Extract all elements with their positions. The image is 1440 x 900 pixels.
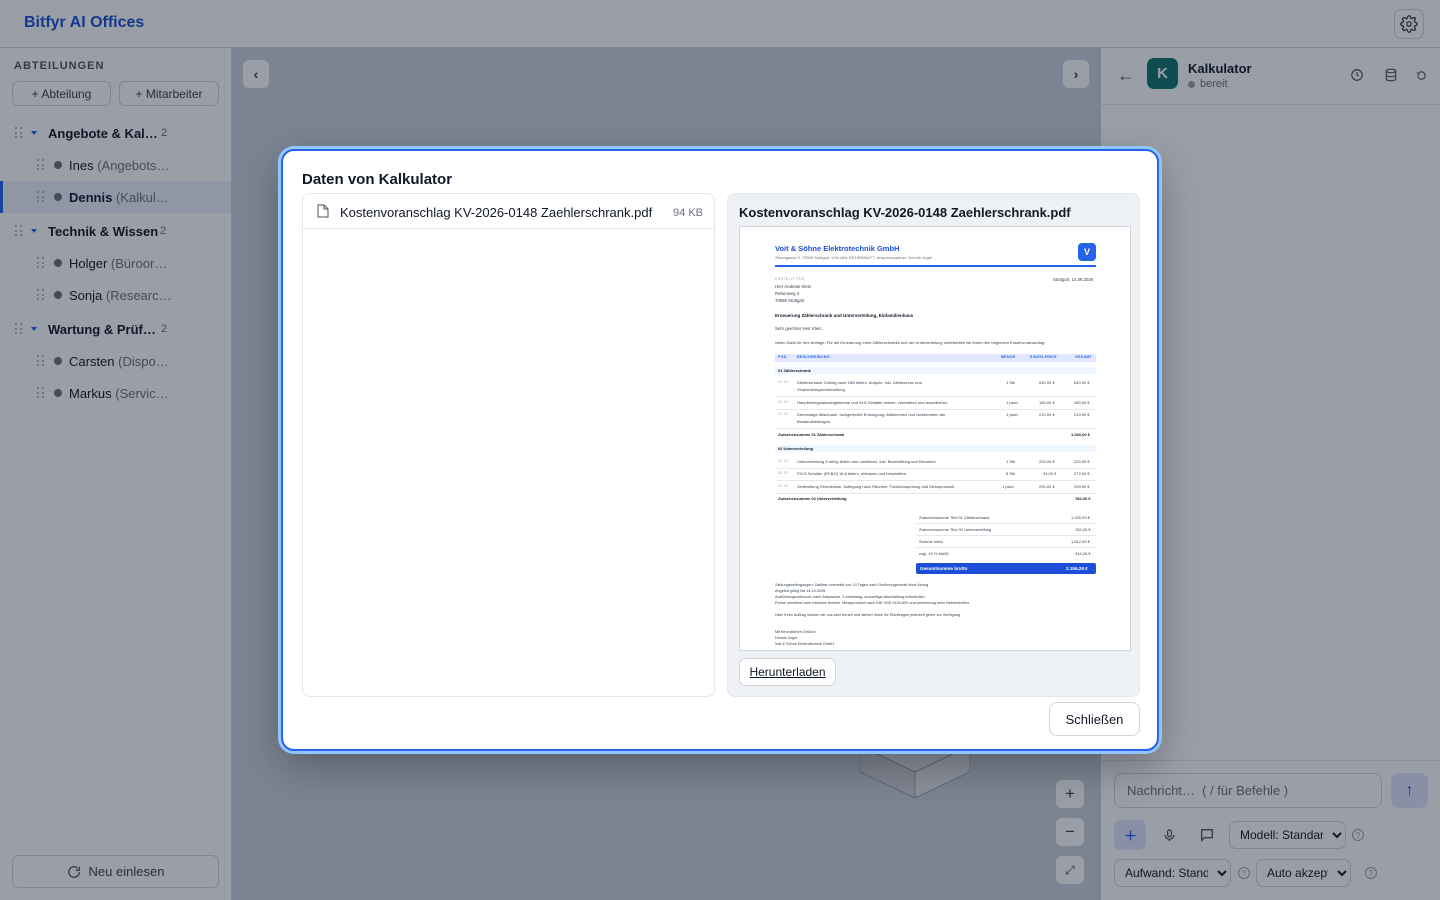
pdf-item-price: 210,00 € xyxy=(1039,412,1055,417)
document-icon xyxy=(317,204,329,218)
pdf-section-bar xyxy=(775,445,1096,452)
pdf-recipient-line: 70599 Stuttgart xyxy=(775,298,805,303)
pdf-item-price: 34,00 € xyxy=(1043,471,1057,476)
pdf-item-pos: 02.10 xyxy=(778,459,789,463)
pdf-terms-line: Preise verstehen sich inklusive Anfahrt,… xyxy=(775,601,970,605)
pdf-divider xyxy=(775,265,1096,267)
pdf-summary-value: 782,00 € xyxy=(1075,527,1091,532)
file-preview: Kostenvoranschlag KV-2026-0148 Zaehlersc… xyxy=(727,193,1140,697)
file-name: Kostenvoranschlag KV-2026-0148 Zaehlersc… xyxy=(340,205,653,220)
modal-title: Daten von Kalkulator xyxy=(302,171,453,188)
pdf-item-pos: 02.30 xyxy=(778,484,789,488)
pdf-item-desc: Bestandsleitungen. xyxy=(797,419,832,424)
pdf-item-qty: 1 psch xyxy=(1006,412,1018,417)
pdf-closing: Über Ihren Auftrag würden wir uns sehr f… xyxy=(775,613,962,617)
pdf-summary-value: 344,28 € xyxy=(1075,551,1091,556)
preview-title: Kostenvoranschlag KV-2026-0148 Zaehlersc… xyxy=(739,205,1071,220)
pdf-terms-line: Ausführungszeitraum: nach Absprache, 1 A… xyxy=(775,595,926,599)
pdf-logo: V xyxy=(1078,243,1096,261)
pdf-signature-line: Voit & Söhne Elektrotechnik GmbH xyxy=(775,642,834,646)
pdf-item-total: 290,00 € xyxy=(1074,484,1090,489)
pdf-intro: vielen Dank für Ihre Anfrage. Für die Er… xyxy=(775,340,1046,345)
pdf-date: Stuttgart, 14.09.2026 xyxy=(1053,277,1094,282)
file-list: Kostenvoranschlag KV-2026-0148 Zaehlersc… xyxy=(302,193,715,697)
pdf-subject: Erneuerung Zählerschrank und Untervertei… xyxy=(775,313,914,318)
pdf-summary-label: Zwischensumme Titel 01 Zählerschrank xyxy=(919,515,990,520)
pdf-col-pos: POS. xyxy=(778,355,788,359)
pdf-item-total: 180,00 € xyxy=(1074,400,1090,405)
pdf-grand-total-label: Gesamtsumme brutto xyxy=(920,566,968,571)
data-modal: Daten von Kalkulator Kostenvoranschlag K… xyxy=(281,149,1159,751)
pdf-signature-line: Mit freundlichen Grüßen xyxy=(775,630,816,634)
pdf-company: Voit & Söhne Elektrotechnik GmbH xyxy=(775,244,900,253)
pdf-row-divider xyxy=(916,523,1096,524)
pdf-subtotal: 1.030,00 € xyxy=(1071,432,1090,437)
pdf-row-divider xyxy=(775,428,1096,429)
pdf-item-pos: 02.20 xyxy=(778,471,789,475)
pdf-item-pos: 01.30 xyxy=(778,412,789,416)
pdf-row-divider xyxy=(775,493,1096,494)
pdf-item-pos: 01.20 xyxy=(778,400,789,404)
pdf-section-title: 01 Zählerschrank xyxy=(778,368,811,373)
pdf-grand-total-value: 2.156,28 € xyxy=(1066,566,1088,571)
pdf-item-desc: FI/LS-Schalter (RCBO) 16 A liefern, einb… xyxy=(797,471,908,476)
pdf-item-qty: 8 Stk xyxy=(1006,471,1016,476)
pdf-item-desc: Demontage Altschrank, fachgerechte Entso… xyxy=(797,412,946,417)
pdf-item-price: 290,00 € xyxy=(1039,484,1055,489)
pdf-summary-value: 1.030,00 € xyxy=(1071,515,1090,520)
pdf-section-title: 02 Unterverteilung xyxy=(778,446,814,451)
pdf-grand-total: Gesamtsumme brutto 2.156,28 € xyxy=(916,563,1096,574)
pdf-summary-label: zzgl. 19 % MwSt xyxy=(919,551,949,556)
pdf-item-price: 180,00 € xyxy=(1039,400,1055,405)
pdf-item-price: 220,00 € xyxy=(1039,459,1055,464)
pdf-summary-value: 1.812,00 € xyxy=(1071,539,1090,544)
pdf-terms-line: Angebot gültig bis 14.10.2026. xyxy=(775,589,827,593)
pdf-item-qty: 1 Stk xyxy=(1006,459,1016,464)
pdf-company-address: Stromgasse 5, 70565 Stuttgart, USt-IdNr.… xyxy=(775,255,932,260)
pdf-preview-page[interactable]: Voit & Söhne Elektrotechnik GmbH Stromga… xyxy=(739,226,1131,651)
pdf-item-qty: 1 psch xyxy=(1002,484,1014,489)
list-item[interactable]: Kostenvoranschlag KV-2026-0148 Zaehlersc… xyxy=(303,194,714,229)
pdf-item-total: 272,00 € xyxy=(1074,471,1090,476)
pdf-summary-label: Zwischensumme Titel 02 Unterverteilung xyxy=(919,527,992,532)
pdf-row-divider xyxy=(916,535,1096,536)
pdf-prepared-for: ERSTELLT FÜR xyxy=(775,277,805,281)
file-size: 94 KB xyxy=(673,207,703,219)
pdf-recipient-line: Herr Andreas Klein xyxy=(775,284,812,289)
pdf-subtotal: 782,00 € xyxy=(1075,496,1091,501)
pdf-recipient-line: Rebenweg 3 xyxy=(775,291,800,296)
download-button[interactable]: Herunterladen xyxy=(739,658,836,686)
pdf-row-divider xyxy=(775,468,1096,469)
pdf-item-price: 640,00 € xyxy=(1039,380,1055,385)
pdf-col-total: GESAMT xyxy=(1075,355,1093,359)
pdf-item-desc: Verdrahtung Stromkreise, Auflegung nach … xyxy=(797,484,956,489)
pdf-item-total: 220,00 € xyxy=(1074,459,1090,464)
close-button[interactable]: Schließen xyxy=(1049,702,1140,736)
pdf-item-desc: Verplombungsvorbereitung. xyxy=(797,387,846,392)
pdf-item-desc: Unterverteilung 3-reihig liefern und mon… xyxy=(797,459,937,464)
pdf-item-qty: 1 Stk xyxy=(1006,380,1016,385)
pdf-terms-line: Zahlungsbedingungen: Zahlbar innerhalb v… xyxy=(775,583,930,587)
pdf-item-desc: Hauptleitungsabzweigklemme und SLS-Schal… xyxy=(797,400,949,405)
pdf-item-pos: 01.10 xyxy=(778,380,789,384)
pdf-item-desc: Zählerschrank 3-feldig nach TAB liefern,… xyxy=(797,380,922,385)
pdf-row-divider xyxy=(775,396,1096,397)
pdf-item-total: 640,00 € xyxy=(1074,380,1090,385)
pdf-col-desc: BESCHREIBUNG xyxy=(797,355,830,359)
pdf-col-qty: MENGE xyxy=(1001,355,1016,359)
pdf-col-price: EINZELPREIS xyxy=(1030,355,1057,359)
pdf-summary-label: Summe netto xyxy=(919,539,943,544)
pdf-subtotal-label: Zwischensumme 02 Unterverteilung xyxy=(778,496,847,501)
pdf-item-total: 210,00 € xyxy=(1074,412,1090,417)
pdf-row-divider xyxy=(775,480,1096,481)
pdf-item-qty: 1 psch xyxy=(1006,400,1018,405)
pdf-row-divider xyxy=(775,409,1096,410)
pdf-greeting: Sehr geehrter Herr Klein, xyxy=(775,326,823,331)
pdf-subtotal-label: Zwischensumme 01 Zählerschrank xyxy=(778,432,845,437)
pdf-section-bar xyxy=(775,367,1096,374)
pdf-row-divider xyxy=(916,547,1096,548)
pdf-signature-line: Dennis Vogel xyxy=(775,636,798,640)
